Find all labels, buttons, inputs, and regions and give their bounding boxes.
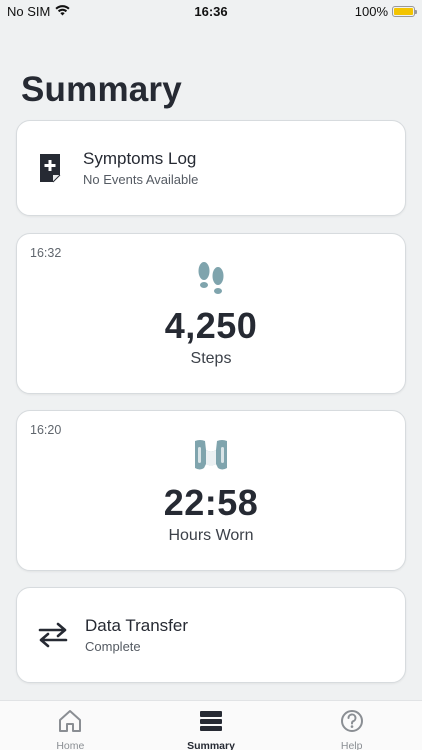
steps-card[interactable]: 16:32 4,250 Steps xyxy=(16,233,406,394)
steps-timestamp: 16:32 xyxy=(30,246,62,260)
document-plus-icon xyxy=(37,152,63,184)
tab-help[interactable]: Help xyxy=(281,701,422,750)
tab-home[interactable]: Home xyxy=(0,701,141,750)
symptoms-log-title: Symptoms Log xyxy=(83,149,197,168)
brace-vest-icon xyxy=(17,438,405,474)
summary-icon xyxy=(198,709,224,738)
symptoms-log-subtitle: No Events Available xyxy=(83,172,199,187)
hours-worn-value: 22:58 xyxy=(163,482,259,523)
data-transfer-card[interactable]: Data Transfer Complete xyxy=(16,587,406,683)
page-title: Summary xyxy=(21,70,182,109)
hours-worn-timestamp: 16:20 xyxy=(30,423,62,437)
tab-bar: Home Summary Help xyxy=(0,700,422,750)
tab-home-label: Home xyxy=(56,740,85,750)
status-right: 100% xyxy=(354,4,417,19)
tab-help-label: Help xyxy=(340,740,363,750)
symptoms-log-card[interactable]: Symptoms Log No Events Available xyxy=(16,120,406,216)
battery-icon xyxy=(392,6,417,17)
battery-fill xyxy=(394,8,413,15)
data-transfer-title: Data Transfer xyxy=(85,616,188,635)
battery-percent: 100% xyxy=(354,4,388,19)
symptoms-log-text: Symptoms Log No Events Available xyxy=(83,149,198,187)
tab-summary[interactable]: Summary xyxy=(141,701,282,750)
status-bar: No SIM 16:36 100% xyxy=(0,0,422,22)
transfer-arrows-icon xyxy=(37,619,69,651)
hours-worn-label: Hours Worn xyxy=(168,527,254,544)
steps-label: Steps xyxy=(190,350,232,367)
data-transfer-status: Complete xyxy=(85,639,141,654)
steps-value: 4,250 xyxy=(164,305,258,346)
data-transfer-text: Data Transfer Complete xyxy=(85,616,188,654)
help-icon xyxy=(339,709,365,738)
tab-summary-label: Summary xyxy=(187,740,235,750)
home-icon xyxy=(57,709,83,738)
footprints-icon xyxy=(17,261,405,297)
hours-worn-card[interactable]: 16:20 22:58 Hours Worn xyxy=(16,410,406,571)
